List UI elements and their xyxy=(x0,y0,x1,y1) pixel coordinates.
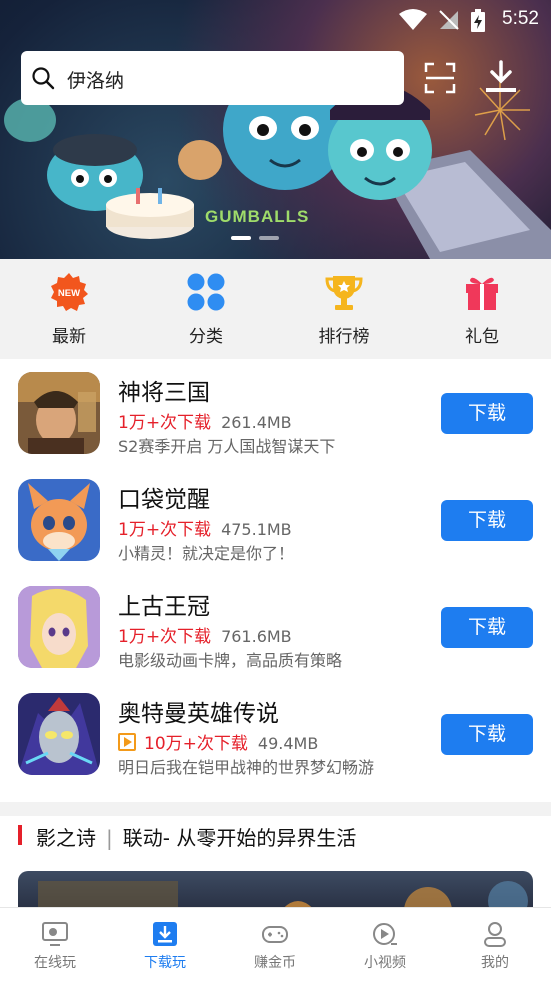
tab-label: 赚金币 xyxy=(254,955,296,971)
tab-label: 小视频 xyxy=(364,955,406,971)
file-size: 49.4MB xyxy=(257,734,319,753)
category-label: 礼包 xyxy=(465,327,499,347)
section-accent-bar xyxy=(18,825,22,845)
game-name: 神将三国 xyxy=(118,380,210,406)
game-thumbnail xyxy=(18,372,100,454)
section-separator: | xyxy=(106,826,113,850)
featured-section[interactable]: 影之诗 | 联动- 从零开始的异界生活 xyxy=(0,816,551,931)
file-size: 761.6MB xyxy=(221,627,292,646)
download-count: 1万+次下载 xyxy=(118,413,212,433)
download-button[interactable]: 下载 xyxy=(441,714,533,755)
game-list: 神将三国 1万+次下载 261.4MB S2赛季开启 万人国战智谋天下 下载 口袋… xyxy=(0,359,551,802)
tab-short-video[interactable]: 小视频 xyxy=(330,908,440,981)
download-count: 10万+次下载 xyxy=(144,734,248,754)
tab-earn-coins[interactable]: 赚金币 xyxy=(220,908,330,981)
download-play-icon xyxy=(153,922,177,946)
search-bar[interactable]: 伊洛纳 xyxy=(21,51,404,105)
section-heading: 联动- 从零开始的异界生活 xyxy=(122,826,357,850)
game-meta: 1万+次下载 261.4MB xyxy=(118,408,292,433)
search-query[interactable]: 伊洛纳 xyxy=(67,66,124,93)
download-count: 1万+次下载 xyxy=(118,627,212,647)
game-item[interactable]: 口袋觉醒 1万+次下载 475.1MB 小精灵！就决定是你了！ 下载 xyxy=(0,466,551,573)
banner-game-logo: GUMBALLS xyxy=(205,207,310,226)
tab-label: 下载玩 xyxy=(144,955,186,971)
section-tag: 影之诗 xyxy=(36,826,96,850)
game-thumbnail xyxy=(18,479,100,561)
scan-icon[interactable] xyxy=(424,62,456,94)
category-label: 排行榜 xyxy=(318,327,370,347)
category-types[interactable]: 分类 xyxy=(161,272,251,352)
download-count: 1万+次下载 xyxy=(118,520,212,540)
gift-icon xyxy=(466,277,498,310)
promo-banner[interactable]: GUMBALLS 5:52 伊洛纳 xyxy=(0,0,551,259)
game-description: S2赛季开启 万人国战智谋天下 xyxy=(118,437,336,456)
file-size: 261.4MB xyxy=(221,413,292,432)
game-name: 奥特曼英雄传说 xyxy=(118,701,279,727)
video-badge-icon xyxy=(118,733,136,751)
gamepad-icon xyxy=(262,926,288,943)
file-size: 475.1MB xyxy=(221,520,292,539)
category-label: 分类 xyxy=(189,327,223,347)
online-play-icon xyxy=(42,922,68,946)
no-signal-icon xyxy=(439,10,459,30)
category-label: 最新 xyxy=(52,327,86,347)
game-meta: 10万+次下载 49.4MB xyxy=(118,729,319,754)
category-gifts[interactable]: 礼包 xyxy=(437,272,527,352)
game-item[interactable]: 奥特曼英雄传说 10万+次下载 49.4MB 明日后我在铠甲战神的世界梦幻畅游 下… xyxy=(0,680,551,787)
game-item[interactable]: 上古王冠 1万+次下载 761.6MB 电影级动画卡牌，高品质有策略 下载 xyxy=(0,573,551,680)
tab-label: 我的 xyxy=(481,955,509,971)
pagination-dot-active xyxy=(231,236,251,240)
tab-me[interactable]: 我的 xyxy=(440,908,550,981)
game-thumbnail xyxy=(18,586,100,668)
bottom-nav: 在线玩 下载玩 赚金币 小视频 我的 xyxy=(0,907,551,981)
profile-icon xyxy=(484,922,506,947)
game-description: 电影级动画卡牌，高品质有策略 xyxy=(118,651,343,670)
download-button[interactable]: 下载 xyxy=(441,393,533,434)
game-name: 口袋觉醒 xyxy=(118,487,210,513)
game-meta: 1万+次下载 475.1MB xyxy=(118,515,292,540)
game-meta: 1万+次下载 761.6MB xyxy=(118,622,292,647)
new-badge-text: NEW xyxy=(58,288,80,299)
section-divider xyxy=(0,802,551,816)
game-item[interactable]: 神将三国 1万+次下载 261.4MB S2赛季开启 万人国战智谋天下 下载 xyxy=(0,359,551,466)
game-description: 明日后我在铠甲战神的世界梦幻畅游 xyxy=(118,758,375,777)
battery-charging-icon xyxy=(471,9,485,32)
category-row: NEW 最新 分类 排行榜 礼包 xyxy=(0,259,551,359)
download-button[interactable]: 下载 xyxy=(441,500,533,541)
wifi-icon xyxy=(399,9,427,30)
tab-label: 在线玩 xyxy=(34,955,76,971)
section-title: 影之诗 | 联动- 从零开始的异界生活 xyxy=(36,822,356,851)
game-name: 上古王冠 xyxy=(118,594,210,620)
pagination-dot xyxy=(259,236,279,240)
video-icon xyxy=(373,923,397,945)
trophy-icon xyxy=(325,276,363,310)
download-button[interactable]: 下载 xyxy=(441,607,533,648)
tab-online-play[interactable]: 在线玩 xyxy=(0,908,110,981)
app-screen: GUMBALLS 5:52 伊洛纳 NEW 最新 分类 排行榜 礼包 神将三国 … xyxy=(0,0,551,981)
tab-download-play[interactable]: 下载玩 xyxy=(110,908,220,981)
status-bar: 5:52 xyxy=(0,0,551,40)
game-description: 小精灵！就决定是你了！ xyxy=(118,544,295,563)
category-ranking[interactable]: 排行榜 xyxy=(299,272,389,352)
status-time: 5:52 xyxy=(502,8,539,29)
new-badge-icon: NEW xyxy=(51,273,88,311)
grid-icon xyxy=(187,273,225,311)
search-icon xyxy=(32,67,55,90)
category-newest[interactable]: NEW 最新 xyxy=(24,272,114,352)
game-thumbnail xyxy=(18,693,100,775)
download-manager-icon[interactable] xyxy=(484,60,518,94)
banner-pagination xyxy=(0,236,551,242)
